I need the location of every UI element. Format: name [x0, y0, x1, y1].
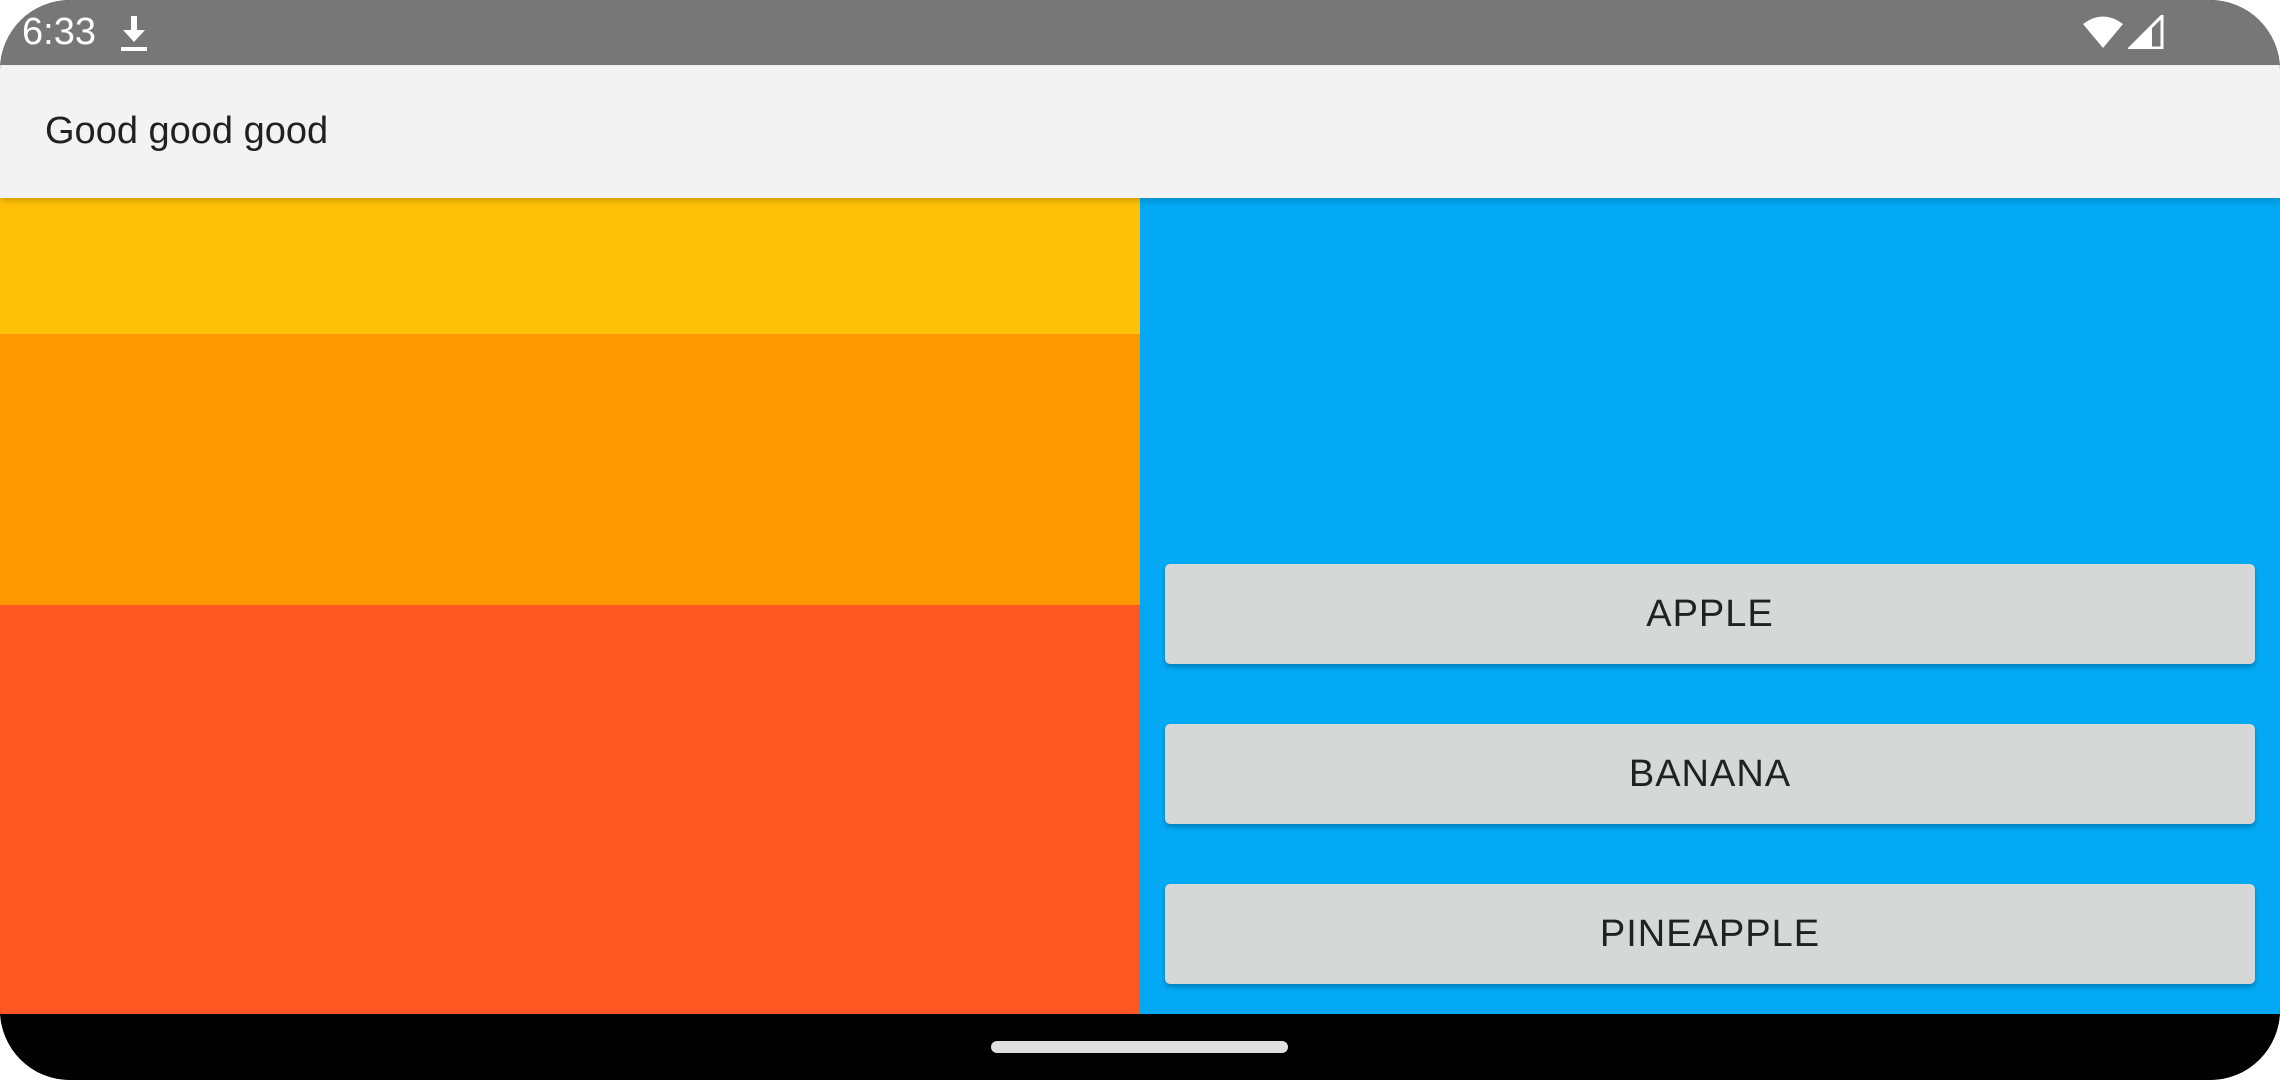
pineapple-button[interactable]: PINEAPPLE	[1165, 884, 2255, 984]
home-handle[interactable]	[991, 1041, 1288, 1053]
apple-button[interactable]: APPLE	[1165, 564, 2255, 664]
orange-block	[0, 334, 1140, 605]
left-color-pane	[0, 198, 1140, 1014]
amber-block	[0, 198, 1140, 334]
device-screen: 6:33 Good good good APPLE BANANA PINEAPP…	[0, 0, 2280, 1080]
status-time: 6:33	[22, 11, 96, 53]
banana-button[interactable]: BANANA	[1165, 724, 2255, 824]
main-content: APPLE BANANA PINEAPPLE	[0, 198, 2280, 1014]
signal-icon	[2126, 12, 2164, 50]
status-bar: 6:33	[0, 0, 2280, 65]
download-icon	[118, 14, 150, 52]
right-button-pane: APPLE BANANA PINEAPPLE	[1140, 198, 2280, 1014]
app-bar: Good good good	[0, 65, 2280, 198]
deep-orange-block	[0, 605, 1140, 1014]
navigation-bar	[0, 1014, 2280, 1080]
app-title: Good good good	[45, 110, 329, 152]
wifi-icon	[2082, 15, 2124, 49]
